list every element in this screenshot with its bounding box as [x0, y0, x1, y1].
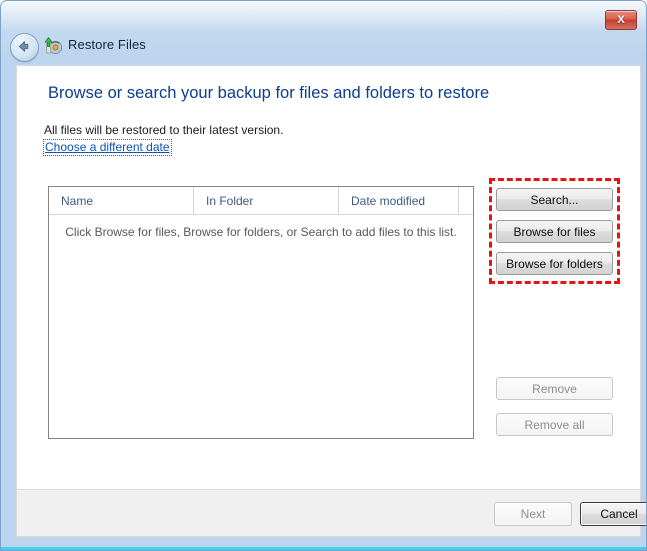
browse-for-folders-button[interactable]: Browse for folders	[496, 252, 613, 275]
restore-files-icon	[43, 36, 63, 56]
back-arrow-glyph	[15, 38, 32, 55]
column-header-extra[interactable]	[459, 187, 473, 214]
search-button[interactable]: Search...	[496, 188, 613, 211]
close-glyph: X	[617, 15, 624, 26]
file-list-header: Name In Folder Date modified	[49, 187, 473, 215]
bottom-accent-line	[1, 547, 647, 550]
file-list-empty-message: Click Browse for files, Browse for folde…	[49, 225, 473, 239]
window-title: Restore Files	[68, 37, 146, 52]
column-header-in-folder[interactable]: In Folder	[194, 187, 339, 214]
dialog-footer: Next Cancel	[16, 489, 641, 537]
titlebar-gloss	[1, 1, 647, 29]
remove-button: Remove	[496, 377, 613, 400]
back-arrow-icon[interactable]	[10, 33, 39, 62]
file-list-box[interactable]: Name In Folder Date modified Click Brows…	[48, 186, 474, 439]
client-area: Browse or search your backup for files a…	[16, 65, 641, 489]
subtitle-text: All files will be restored to their late…	[44, 123, 283, 137]
next-button: Next	[494, 502, 572, 526]
restore-files-window: X Restore Files Browse or search your ba…	[0, 0, 647, 551]
remove-all-button: Remove all	[496, 413, 613, 436]
column-header-name[interactable]: Name	[49, 187, 194, 214]
close-icon[interactable]: X	[605, 10, 637, 30]
page-title: Browse or search your backup for files a…	[48, 84, 489, 103]
column-header-date-modified[interactable]: Date modified	[339, 187, 459, 214]
cancel-button[interactable]: Cancel	[580, 502, 647, 526]
choose-different-date-link[interactable]: Choose a different date	[43, 139, 172, 156]
browse-for-files-button[interactable]: Browse for files	[496, 220, 613, 243]
